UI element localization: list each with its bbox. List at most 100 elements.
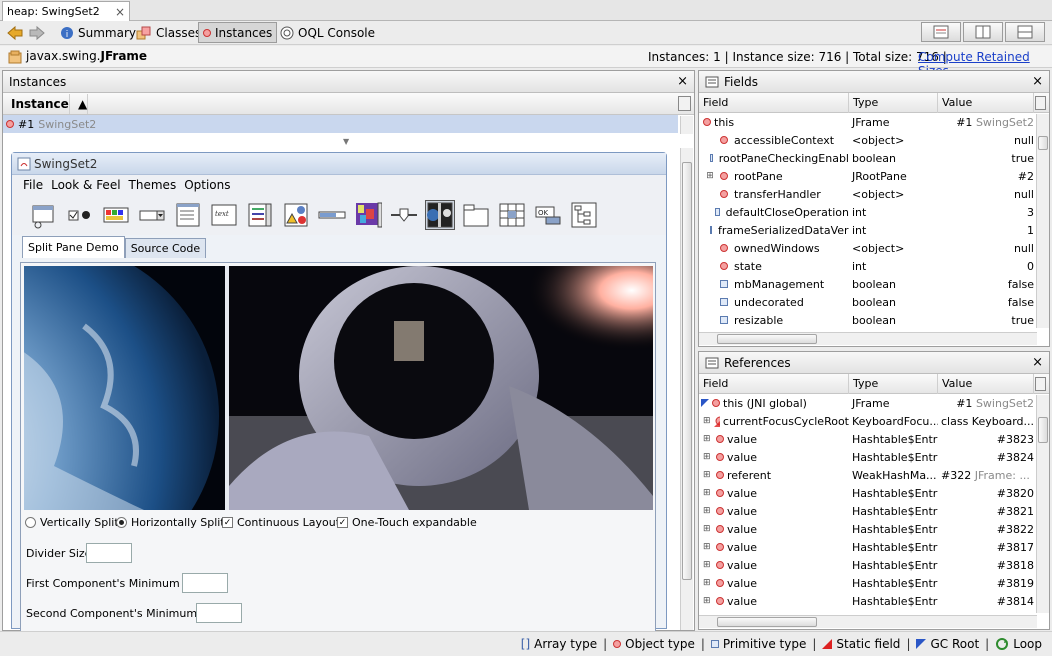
table-row[interactable]: rootPaneCheckingEnabl boolean true	[699, 149, 1034, 167]
table-row[interactable]: ⊞ referent WeakHashMa... #322 JFrame: ...	[699, 466, 1034, 484]
table-row[interactable]: undecorated boolean false	[699, 293, 1034, 311]
split-handle-icon[interactable]: ▼	[343, 137, 349, 146]
column-chooser-icon[interactable]	[1035, 377, 1046, 391]
expand-icon[interactable]: ⊞	[703, 488, 713, 498]
field-column-header[interactable]: Field	[699, 373, 849, 394]
table-row[interactable]: defaultCloseOperation int 3	[699, 203, 1034, 221]
fields-hscrollbar-thumb[interactable]	[717, 334, 817, 344]
close-icon[interactable]: ×	[677, 74, 688, 89]
table-demo-icon[interactable]	[497, 200, 527, 230]
close-icon[interactable]: ×	[1032, 74, 1043, 89]
table-row[interactable]: ⊞ value Hashtable$Entry #3821	[699, 502, 1034, 520]
references-hscrollbar[interactable]	[699, 615, 1037, 628]
column-chooser-icon[interactable]	[1035, 96, 1046, 110]
type-column-header[interactable]: Type	[849, 92, 938, 113]
checkbox-demo-icon[interactable]	[65, 200, 95, 230]
field-column-header[interactable]: Field	[699, 92, 849, 113]
divider-size-field[interactable]	[86, 543, 132, 563]
expand-icon[interactable]: ⊞	[703, 596, 713, 606]
expand-icon[interactable]: ⊞	[705, 171, 715, 181]
value-column-header[interactable]: Value	[938, 373, 1034, 394]
tooltip-demo-icon[interactable]: OK	[533, 200, 563, 230]
table-row[interactable]: transferHandler <object> null	[699, 185, 1034, 203]
tabbed-pane-demo-icon[interactable]	[461, 200, 491, 230]
continuous-layout-checkbox[interactable]: ✓ Continuous Layout	[222, 516, 340, 529]
option-pane-demo-icon[interactable]	[281, 200, 311, 230]
table-row[interactable]: ⊞ currentFocusCycleRoot KeyboardFocu... cla…	[699, 412, 1034, 430]
instances-button[interactable]: Instances	[198, 22, 278, 43]
slider-demo-icon[interactable]	[389, 200, 419, 230]
expand-icon[interactable]: ⊞	[703, 560, 713, 570]
table-row[interactable]: accessibleContext <object> null	[699, 131, 1034, 149]
table-row[interactable]: state int 0	[699, 257, 1034, 275]
scroll-pane-demo-icon[interactable]	[353, 200, 383, 230]
references-hscrollbar-thumb[interactable]	[717, 617, 817, 627]
table-row[interactable]: ⊞ value Hashtable$Entry #3820	[699, 484, 1034, 502]
table-row[interactable]: ⊞ value Hashtable$Entry #3823	[699, 430, 1034, 448]
instance-row[interactable]: #1 SwingSet2	[3, 115, 678, 133]
expand-icon[interactable]: ⊞	[703, 578, 713, 588]
expand-icon[interactable]: ⊞	[703, 452, 713, 462]
html-demo-icon[interactable]: text	[209, 200, 239, 230]
table-row[interactable]: mbManagement boolean false	[699, 275, 1034, 293]
table-row[interactable]: ⊞ value Hashtable$Entry #3818	[699, 556, 1034, 574]
first-min-size-field[interactable]	[182, 573, 228, 593]
expand-icon[interactable]: ⊞	[703, 506, 713, 516]
tab-close-icon[interactable]: ×	[115, 5, 125, 19]
expand-icon[interactable]: ⊞	[703, 416, 711, 426]
second-min-size-field[interactable]	[196, 603, 242, 623]
fields-hscrollbar[interactable]	[699, 332, 1037, 345]
menu-options[interactable]: Options	[184, 178, 230, 192]
tab-split-pane-demo[interactable]: Split Pane Demo	[22, 236, 125, 258]
classes-button[interactable]: Classes	[132, 22, 205, 43]
table-row[interactable]: resizable boolean true	[699, 311, 1034, 329]
table-row[interactable]: ⊞ rootPane JRootPane #2	[699, 167, 1034, 185]
table-row[interactable]: ownedWindows <object> null	[699, 239, 1034, 257]
summary-button[interactable]: i Summary	[56, 22, 140, 43]
table-row[interactable]: ⊞ value Hashtable$Entry #3819	[699, 574, 1034, 592]
internal-frame-demo-icon[interactable]	[29, 200, 59, 230]
oql-console-button[interactable]: OQL Console	[276, 22, 379, 43]
table-row[interactable]: ⊞ value Hashtable$Entry #3814	[699, 592, 1034, 610]
tree-demo-icon[interactable]	[569, 200, 599, 230]
table-row[interactable]: this (JNI global) JFrame #1 SwingSet2	[699, 394, 1034, 412]
expand-icon[interactable]: ⊞	[703, 524, 713, 534]
color-chooser-demo-icon[interactable]	[101, 200, 131, 230]
view-toggle-2-button[interactable]	[963, 22, 1003, 42]
tab-source-code[interactable]: Source Code	[124, 238, 207, 258]
list-demo-icon[interactable]	[245, 200, 275, 230]
column-chooser-icon[interactable]	[678, 96, 691, 111]
table-row[interactable]: ⊞ value Hashtable$Entry #3817	[699, 538, 1034, 556]
instances-list-scrollbar[interactable]	[680, 116, 693, 134]
table-row[interactable]: ⊞ value Hashtable$Entry #3822	[699, 520, 1034, 538]
preview-scrollbar[interactable]	[680, 148, 693, 630]
fields-scrollbar-thumb[interactable]	[1038, 136, 1048, 150]
expand-icon[interactable]: ⊞	[703, 470, 713, 480]
references-scrollbar-thumb[interactable]	[1038, 417, 1048, 443]
fields-scrollbar[interactable]	[1036, 114, 1049, 328]
horizontally-split-radio[interactable]: Horizontally Split	[116, 516, 225, 529]
view-toggle-3-button[interactable]	[1005, 22, 1045, 42]
expand-icon[interactable]: ⊞	[703, 542, 713, 552]
value-column-header[interactable]: Value	[938, 92, 1034, 113]
view-toggle-1-button[interactable]	[921, 22, 961, 42]
file-chooser-demo-icon[interactable]	[173, 200, 203, 230]
combobox-demo-icon[interactable]	[137, 200, 167, 230]
progress-bar-demo-icon[interactable]	[317, 200, 347, 230]
menu-look-and-feel[interactable]: Look & Feel	[51, 178, 120, 192]
menu-themes[interactable]: Themes	[129, 178, 177, 192]
heap-document-tab[interactable]: heap: SwingSet2 ×	[2, 1, 130, 21]
split-pane-demo-icon[interactable]	[425, 200, 455, 230]
expand-icon[interactable]: ⊞	[703, 434, 713, 444]
table-row[interactable]: frameSerializedDataVers int 1	[699, 221, 1034, 239]
type-column-header[interactable]: Type	[849, 373, 938, 394]
table-row[interactable]: ⊞ value Hashtable$Entry #3824	[699, 448, 1034, 466]
forward-button[interactable]	[24, 22, 50, 43]
preview-scrollbar-thumb[interactable]	[682, 162, 692, 580]
close-icon[interactable]: ×	[1032, 355, 1043, 370]
one-touch-checkbox[interactable]: ✓ One-Touch expandable	[337, 516, 477, 529]
vertically-split-radio[interactable]: Vertically Split	[25, 516, 119, 529]
table-row[interactable]: this JFrame #1 SwingSet2	[699, 113, 1034, 131]
instance-column-header[interactable]: Instance ▲	[3, 93, 89, 114]
references-scrollbar[interactable]	[1036, 395, 1049, 613]
